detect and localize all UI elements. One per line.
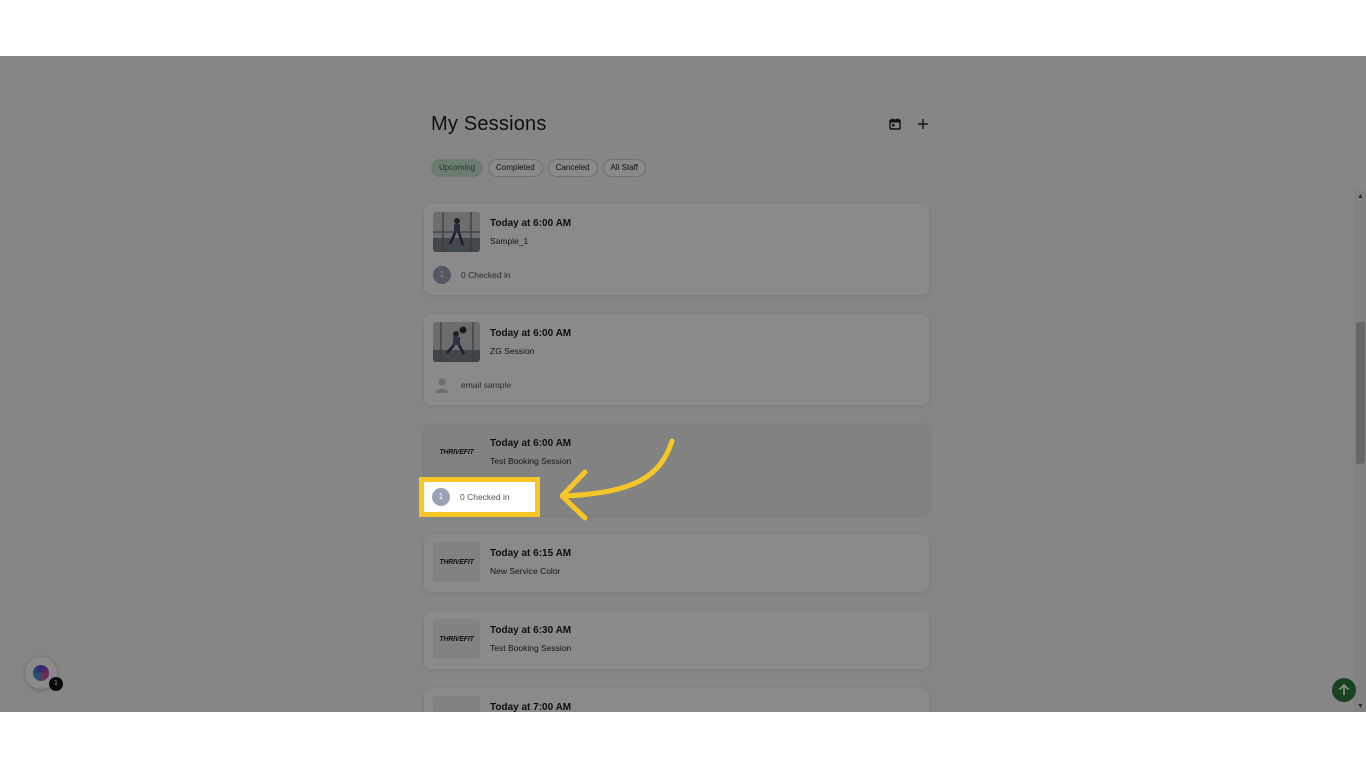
session-filter-tabs: Upcoming Completed Canceled All Staff xyxy=(431,159,646,177)
tab-canceled[interactable]: Canceled xyxy=(547,159,598,177)
arrow-up-icon xyxy=(1338,683,1350,695)
session-card[interactable]: THRIVEFIT Today at 6:15 AM New Service C… xyxy=(424,534,929,592)
session-thumbnail: THRIVEFIT xyxy=(433,696,480,712)
session-card[interactable]: THRIVEFIT Today at 6:30 AM Test Booking … xyxy=(424,611,929,669)
tab-all-staff[interactable]: All Staff xyxy=(602,159,646,177)
attendee-count-badge: 1 xyxy=(433,266,451,284)
session-attendee: email sample xyxy=(433,376,511,394)
attendee-email: email sample xyxy=(461,380,512,390)
tab-upcoming[interactable]: Upcoming xyxy=(431,159,484,177)
highlighted-checkin-area[interactable]: 1 0 Checked in xyxy=(424,482,535,512)
session-name: New Service Color xyxy=(490,566,561,576)
session-thumbnail: THRIVEFIT xyxy=(433,542,480,582)
session-name: Test Booking Session xyxy=(490,643,572,653)
session-card[interactable]: Today at 6:00 AM Sample_1 1 0 Checked in xyxy=(424,204,929,295)
app-frame: My Sessions Upcoming Completed Canceled … xyxy=(0,56,1366,712)
checked-in-text: 0 Checked in xyxy=(461,270,511,280)
scroll-up-icon[interactable]: ▲ xyxy=(1357,193,1364,200)
session-checkin-status: 1 0 Checked in xyxy=(433,266,511,284)
checked-in-text: 0 Checked in xyxy=(460,492,510,502)
session-thumbnail: THRIVEFIT xyxy=(433,619,480,659)
page-title: My Sessions xyxy=(431,113,547,135)
assistant-orb-icon xyxy=(33,665,49,681)
session-card[interactable]: THRIVEFIT Today at 7:00 AM xyxy=(424,688,929,712)
brand-logo: THRIVEFIT xyxy=(439,558,474,566)
brand-logo: THRIVEFIT xyxy=(439,635,474,643)
calendar-icon[interactable] xyxy=(888,117,902,131)
notification-count-badge: 1 xyxy=(49,677,63,691)
session-name: ZG Session xyxy=(490,346,535,356)
brand-logo: THRIVEFIT xyxy=(439,448,474,456)
session-time: Today at 6:30 AM xyxy=(490,625,572,636)
session-name: Sample_1 xyxy=(490,236,529,246)
session-time: Today at 7:00 AM xyxy=(490,702,572,712)
session-card[interactable]: Today at 6:00 AM ZG Session email sample xyxy=(424,314,929,405)
session-time: Today at 6:00 AM xyxy=(490,328,572,339)
user-icon xyxy=(433,376,451,394)
scrollbar-thumb[interactable] xyxy=(1356,322,1365,464)
session-thumbnail: THRIVEFIT xyxy=(433,432,480,472)
session-thumbnail xyxy=(433,212,480,252)
scroll-to-top-button[interactable] xyxy=(1332,678,1356,702)
scrollbar[interactable]: ▲ ▼ xyxy=(1354,190,1366,712)
callout-arrow-icon xyxy=(559,438,675,521)
scroll-down-icon[interactable]: ▼ xyxy=(1357,703,1364,710)
assistant-widget-button[interactable]: 1 xyxy=(25,657,63,691)
attendee-count-badge: 1 xyxy=(432,488,450,506)
session-thumbnail xyxy=(433,322,480,362)
tab-completed[interactable]: Completed xyxy=(488,159,543,177)
plus-icon[interactable] xyxy=(916,117,930,131)
session-time: Today at 6:00 AM xyxy=(490,218,572,229)
session-time: Today at 6:15 AM xyxy=(490,548,572,559)
